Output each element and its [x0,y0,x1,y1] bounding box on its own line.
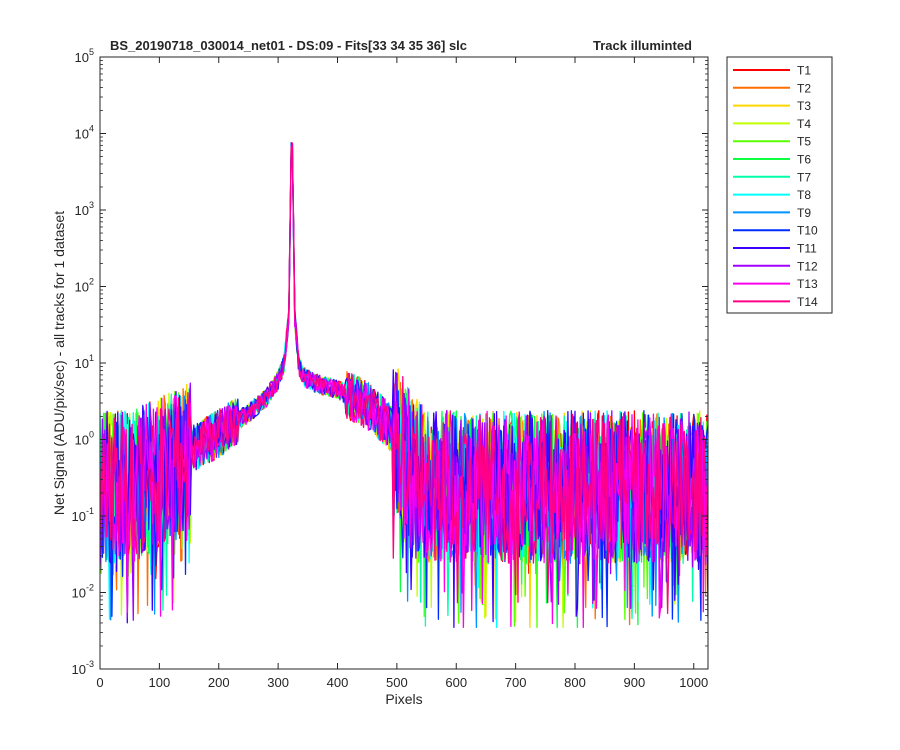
legend-label-t5: T5 [797,135,811,149]
y-tick-label: 10-1 [72,506,94,524]
x-tick-label: 900 [624,675,646,690]
chart-figure: BS_20190718_030014_net01 - DS:09 - Fits[… [51,38,833,707]
legend-label-t10: T10 [797,224,818,238]
y-tick-label: 100 [75,430,94,448]
x-tick-label: 200 [208,675,230,690]
legend-label-t1: T1 [797,64,811,78]
y-tick-label: 10-3 [72,659,94,677]
x-tick-label: 600 [445,675,467,690]
legend-label-t14: T14 [797,295,818,309]
x-axis-label: Pixels [385,691,422,707]
x-tick-label: 300 [267,675,289,690]
x-tick-label: 1000 [679,675,708,690]
x-tick-label: 800 [564,675,586,690]
legend-label-t6: T6 [797,153,811,167]
legend-label-t7: T7 [797,170,811,184]
chart-title-right: Track illuminted [593,38,692,53]
legend-label-t4: T4 [797,117,811,131]
legend-label-t8: T8 [797,188,811,202]
legend-label-t11: T11 [797,242,817,256]
y-tick-label: 102 [75,277,94,295]
x-tick-label: 0 [96,675,103,690]
legend-label-t13: T13 [797,277,818,291]
chart-title-left: BS_20190718_030014_net01 - DS:09 - Fits[… [110,38,467,53]
legend-label-t9: T9 [797,206,811,220]
x-tick-label: 700 [505,675,527,690]
y-tick-label: 101 [75,353,94,371]
x-tick-label: 400 [327,675,349,690]
y-tick-label: 105 [75,47,94,65]
x-tick-label: 100 [149,675,171,690]
legend-label-t2: T2 [797,81,811,95]
y-tick-label: 10-2 [72,583,94,601]
legend-label-t3: T3 [797,99,811,113]
y-axis-label: Net Signal (ADU/pix/sec) - all tracks fo… [51,211,67,515]
y-tick-label: 104 [75,124,94,142]
y-tick-label: 103 [75,200,94,218]
legend-label-t12: T12 [797,259,818,273]
legend[interactable]: T1 T2 T3 T4 T5 T6 T7 T8 T9 T10 T11 T12 T13 T14 [726,56,833,314]
x-tick-label: 500 [386,675,408,690]
legend-box [726,56,833,314]
